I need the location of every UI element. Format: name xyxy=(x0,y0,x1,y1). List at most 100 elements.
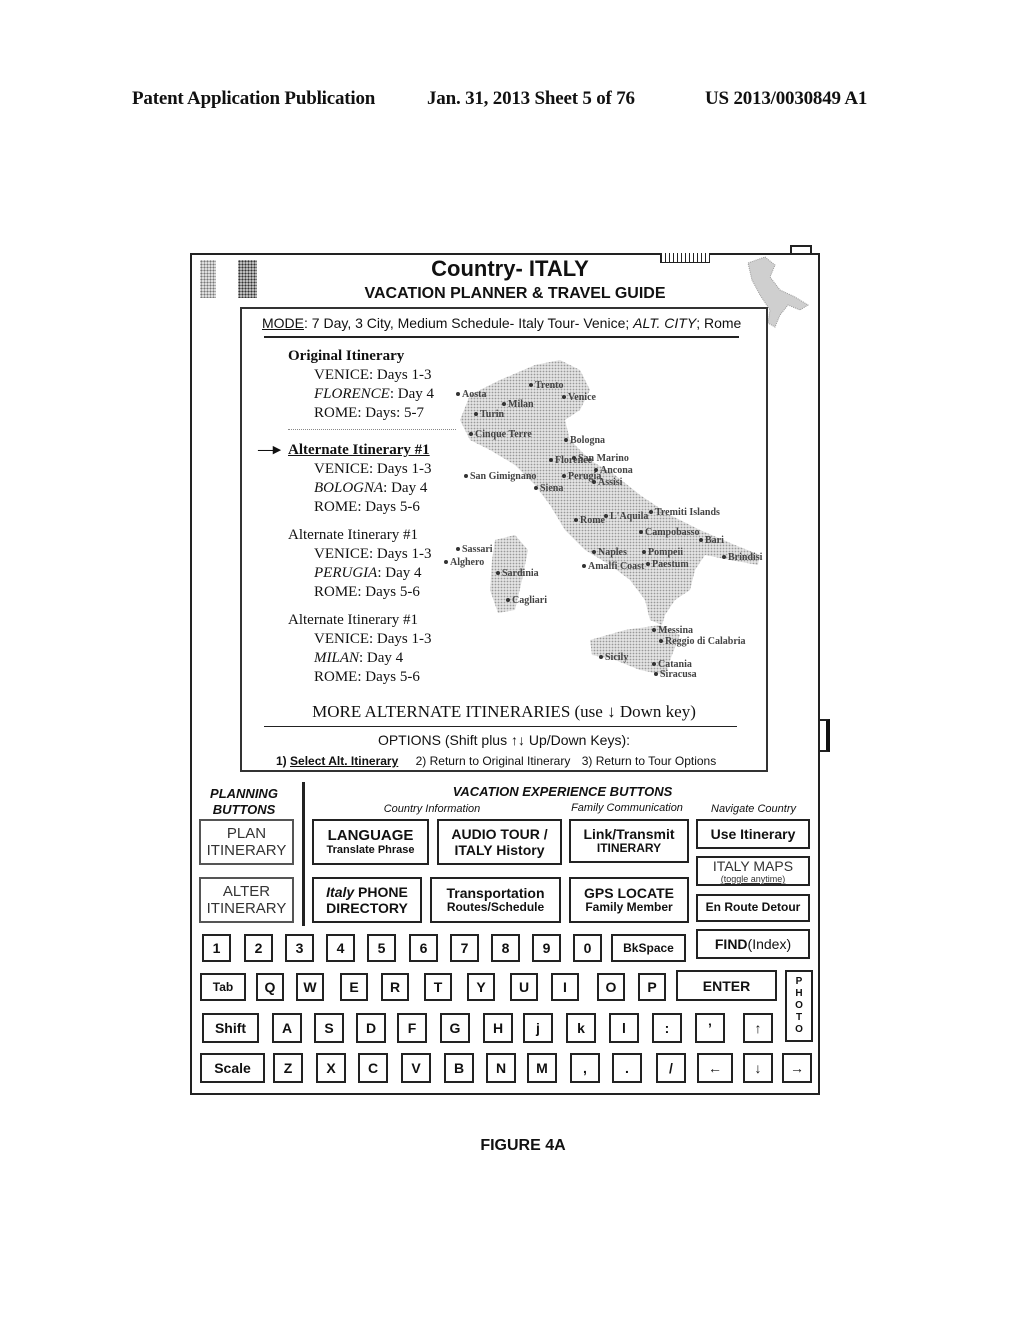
key-row3-2[interactable]: D xyxy=(356,1013,386,1043)
map-city-marker[interactable] xyxy=(652,628,656,632)
map-city-marker[interactable] xyxy=(572,456,576,460)
key-row4-4[interactable]: B xyxy=(444,1053,474,1083)
map-city-label[interactable]: Pompeii xyxy=(648,547,683,558)
map-city-marker[interactable] xyxy=(469,432,473,436)
map-city-marker[interactable] xyxy=(549,458,553,462)
map-city-label[interactable]: Sardinia xyxy=(502,568,539,579)
map-city-marker[interactable] xyxy=(592,550,596,554)
map-city-marker[interactable] xyxy=(506,598,510,602)
plan-itinerary-button[interactable]: PLAN ITINERARY xyxy=(199,819,294,865)
key-row2-5[interactable]: Y xyxy=(467,973,495,1001)
option-select-alt[interactable]: 1) Select Alt. Itinerary xyxy=(276,754,398,768)
key-row1-2[interactable]: 3 xyxy=(285,934,314,962)
map-city-label[interactable]: Assisi xyxy=(598,477,623,488)
key-row4-3[interactable]: V xyxy=(401,1053,431,1083)
map-city-label[interactable]: San Marino xyxy=(578,453,629,464)
map-city-label[interactable]: Venice xyxy=(568,392,597,403)
map-city-marker[interactable] xyxy=(444,560,448,564)
map-city-label[interactable]: Paestum xyxy=(652,559,689,570)
key-row3-6[interactable]: j xyxy=(523,1013,553,1043)
device-top-button[interactable] xyxy=(790,245,812,254)
map-city-marker[interactable] xyxy=(574,518,578,522)
map-city-label[interactable]: Campobasso xyxy=(645,527,699,538)
key-row2-0[interactable]: Q xyxy=(256,973,284,1001)
map-city-label[interactable]: San Gimignano xyxy=(470,471,536,482)
key-row4-8[interactable]: . xyxy=(612,1053,642,1083)
map-city-label[interactable]: Turin xyxy=(480,409,505,420)
map-city-marker[interactable] xyxy=(652,662,656,666)
key-row3-9[interactable]: : xyxy=(652,1013,682,1043)
key-row2-8[interactable]: O xyxy=(597,973,625,1001)
audio-tour-button[interactable]: AUDIO TOUR / ITALY History xyxy=(437,819,562,865)
map-city-label[interactable]: Tremiti Islands xyxy=(655,507,720,518)
itinerary-original[interactable]: Original Itinerary VENICE: Days 1-3 FLOR… xyxy=(288,347,434,423)
itinerary-alternate[interactable]: Alternate Itinerary #1 VENICE: Days 1-3 … xyxy=(288,526,432,602)
map-city-marker[interactable] xyxy=(474,412,478,416)
key-row4-9[interactable]: / xyxy=(656,1053,686,1083)
map-city-label[interactable]: Naples xyxy=(598,547,627,558)
key-row3-1[interactable]: S xyxy=(314,1013,344,1043)
map-city-marker[interactable] xyxy=(562,395,566,399)
map-city-marker[interactable] xyxy=(562,474,566,478)
map-city-marker[interactable] xyxy=(649,510,653,514)
key-row4-12[interactable]: → xyxy=(782,1053,812,1083)
map-city-marker[interactable] xyxy=(659,639,663,643)
map-city-marker[interactable] xyxy=(642,550,646,554)
map-city-label[interactable]: Siracusa xyxy=(660,669,697,680)
link-transmit-button[interactable]: Link/Transmit ITINERARY xyxy=(569,819,689,863)
key-row1-9[interactable]: 0 xyxy=(573,934,602,962)
key-row1-5[interactable]: 6 xyxy=(409,934,438,962)
key-tab[interactable]: Tab xyxy=(200,973,246,1001)
key-row3-4[interactable]: G xyxy=(440,1013,470,1043)
itinerary-alternate-selected[interactable]: Alternate Itinerary #1 VENICE: Days 1-3 … xyxy=(288,441,432,517)
key-row3-3[interactable]: F xyxy=(397,1013,427,1043)
key-row2-4[interactable]: T xyxy=(424,973,452,1001)
key-row1-3[interactable]: 4 xyxy=(326,934,355,962)
map-city-marker[interactable] xyxy=(722,555,726,559)
key-row2-1[interactable]: W xyxy=(296,973,324,1001)
map-city-marker[interactable] xyxy=(496,571,500,575)
map-city-label[interactable]: Reggio di Calabria xyxy=(665,636,746,647)
map-city-marker[interactable] xyxy=(534,486,538,490)
map-city-label[interactable]: Cagliari xyxy=(512,595,547,606)
map-city-label[interactable]: Messina xyxy=(658,625,693,636)
key-photo[interactable]: PHOTO xyxy=(785,970,813,1042)
phone-directory-button[interactable]: Italy PHONE DIRECTORY xyxy=(312,877,422,923)
key-row2-6[interactable]: U xyxy=(510,973,538,1001)
key-row4-10[interactable]: ← xyxy=(697,1053,733,1083)
key-row3-5[interactable]: H xyxy=(483,1013,513,1043)
map-city-label[interactable]: Sicily xyxy=(605,652,628,663)
map-city-marker[interactable] xyxy=(646,562,650,566)
map-city-marker[interactable] xyxy=(599,655,603,659)
map-city-marker[interactable] xyxy=(582,564,586,568)
key-row3-10[interactable]: ’ xyxy=(695,1013,725,1043)
key-row2-2[interactable]: E xyxy=(340,973,368,1001)
key-row3-11[interactable]: ↑ xyxy=(743,1013,773,1043)
transportation-button[interactable]: Transportation Routes/Schedule xyxy=(430,877,561,923)
italy-map[interactable]: Aosta TrentoMilan Venice Turin Cinque Terre B… xyxy=(440,355,765,685)
map-city-label[interactable]: Brindisi xyxy=(728,552,763,563)
map-city-marker[interactable] xyxy=(594,468,598,472)
italy-maps-toggle-button[interactable]: ITALY MAPS (toggle anytime) xyxy=(696,856,810,886)
gps-locate-button[interactable]: GPS LOCATE Family Member xyxy=(569,877,689,923)
map-city-label[interactable]: Sassari xyxy=(462,544,493,555)
key-row4-6[interactable]: M xyxy=(527,1053,557,1083)
map-city-label[interactable]: Bari xyxy=(705,535,724,546)
map-city-marker[interactable] xyxy=(654,672,658,676)
key-row4-0[interactable]: Z xyxy=(273,1053,303,1083)
map-city-label[interactable]: Milan xyxy=(508,399,534,410)
key-row3-7[interactable]: k xyxy=(566,1013,596,1043)
map-city-label[interactable]: L'Aquila xyxy=(610,511,648,522)
map-city-marker[interactable] xyxy=(456,547,460,551)
key-row2-9[interactable]: P xyxy=(638,973,666,1001)
key-find-index[interactable]: FIND (Index) xyxy=(696,929,810,959)
map-city-marker[interactable] xyxy=(464,474,468,478)
key-row3-8[interactable]: l xyxy=(609,1013,639,1043)
option-return-original[interactable]: 2) Return to Original Itinerary xyxy=(416,754,571,768)
map-city-label[interactable]: Bologna xyxy=(570,435,605,446)
key-row2-7[interactable]: I xyxy=(551,973,579,1001)
map-city-label[interactable]: Alghero xyxy=(450,557,484,568)
map-city-label[interactable]: Trento xyxy=(535,380,564,391)
key-row1-0[interactable]: 1 xyxy=(202,934,231,962)
use-itinerary-button[interactable]: Use Itinerary xyxy=(696,819,810,849)
